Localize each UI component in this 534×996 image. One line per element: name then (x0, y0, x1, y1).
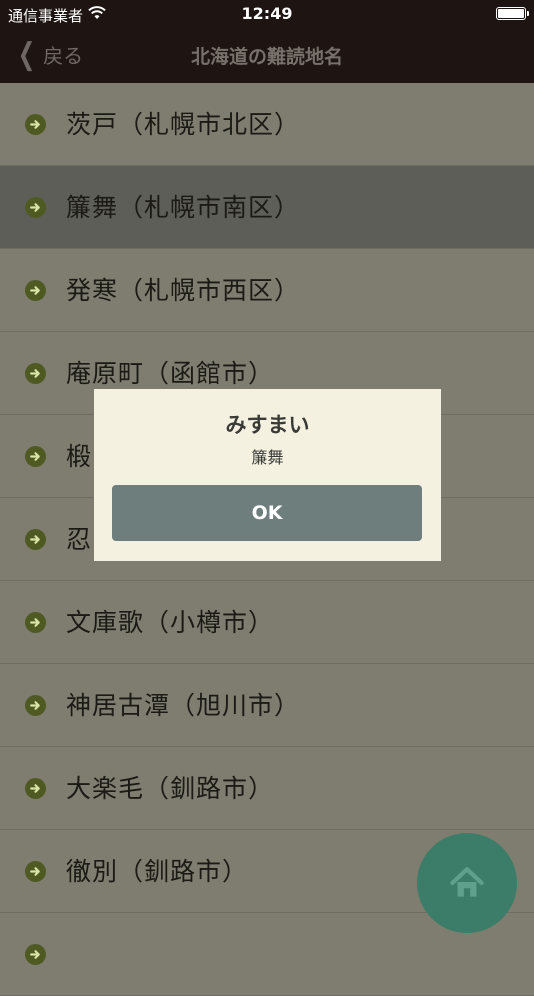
arrow-right-icon (25, 861, 46, 882)
arrow-right-icon (25, 197, 46, 218)
arrow-right-icon (25, 446, 46, 467)
list-item-label: 徹別（釧路市） (66, 857, 249, 886)
page-title: 北海道の難読地名 (190, 46, 343, 68)
ok-button[interactable]: OK (112, 485, 422, 541)
list-item[interactable]: 茨戸（札幌市北区） (0, 83, 534, 166)
arrow-right-icon (25, 695, 46, 716)
arrow-right-icon (25, 778, 46, 799)
arrow-right-icon (25, 363, 46, 384)
home-button[interactable] (417, 833, 517, 933)
list-item-label: 忍 (66, 525, 93, 554)
dialog-title: みすまい (225, 413, 310, 437)
arrow-right-icon (25, 944, 46, 965)
arrow-right-icon (25, 280, 46, 301)
arrow-right-icon (25, 612, 46, 633)
battery-icon (496, 7, 529, 20)
list-item[interactable]: 文庫歌（小樽市） (0, 581, 534, 664)
list-item[interactable]: 大楽毛（釧路市） (0, 747, 534, 830)
arrow-right-icon (25, 529, 46, 550)
list-item-label: 大楽毛（釧路市） (66, 774, 275, 803)
alert-dialog: みすまい 簾舞 OK (94, 389, 441, 561)
list-item-label: 庵原町（函館市） (66, 359, 275, 388)
list-item-label: 茨戸（札幌市北区） (66, 110, 301, 139)
status-bar: 通信事業者 12:49 (0, 0, 534, 28)
list-item-label: 簾舞（札幌市南区） (66, 193, 301, 222)
arrow-right-icon (25, 114, 46, 135)
list-item[interactable]: 神居古潭（旭川市） (0, 664, 534, 747)
list-item-label: 文庫歌（小樽市） (66, 608, 275, 637)
list-item-selected[interactable]: 簾舞（札幌市南区） (0, 166, 534, 249)
list-item[interactable]: 発寒（札幌市西区） (0, 249, 534, 332)
list-item-label: 神居古潭（旭川市） (66, 691, 301, 720)
dialog-message: 簾舞 (251, 448, 284, 467)
list-item-label: 椴 (66, 442, 93, 471)
list-item-label: 発寒（札幌市西区） (66, 276, 301, 305)
home-icon (450, 867, 484, 897)
clock: 12:49 (241, 4, 293, 23)
navigation-bar: ❮ 戻る 北海道の難読地名 (0, 28, 534, 83)
